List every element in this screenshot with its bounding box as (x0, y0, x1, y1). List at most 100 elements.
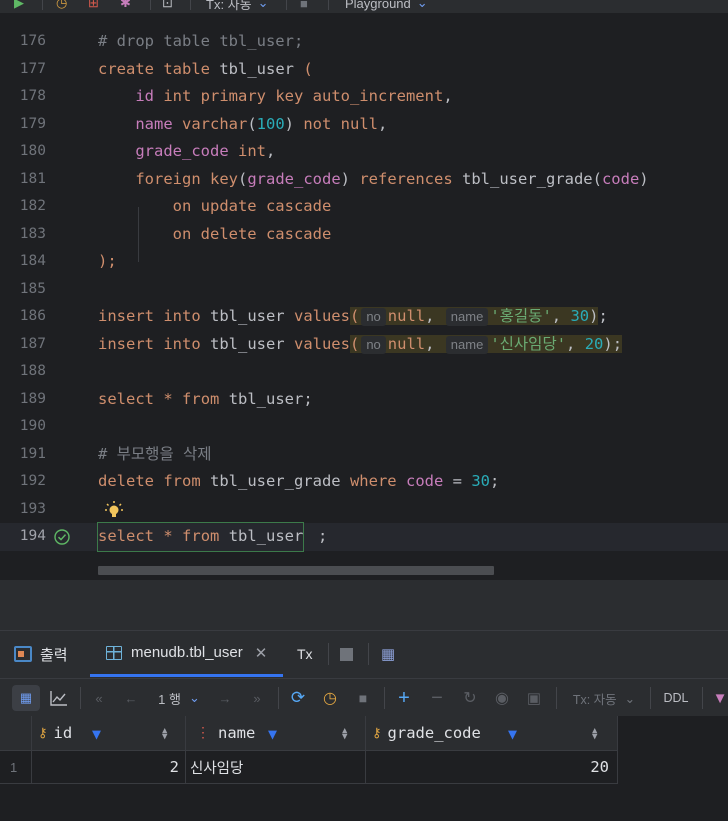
save-icon[interactable]: ▣ (522, 685, 546, 711)
code-line[interactable]: 192 delete from tbl_user_grade where cod… (0, 468, 728, 496)
history-icon[interactable]: ◷ (56, 0, 67, 12)
column-name: name (218, 724, 256, 742)
lightbulb-icon[interactable] (104, 500, 124, 520)
sort-icon[interactable]: ▲ ▼ (162, 727, 167, 742)
code-line[interactable]: 185 (0, 276, 728, 304)
code-line[interactable]: 180 grade_code int, (0, 138, 728, 166)
gear-icon[interactable]: ✱ (120, 0, 131, 12)
next-page-icon[interactable]: → (214, 685, 236, 711)
code-line[interactable]: 177 create table tbl_user ( (0, 56, 728, 84)
code-line[interactable]: 179 name varchar(100) not null, (0, 111, 728, 139)
add-row-icon[interactable]: + (392, 685, 416, 711)
line-number: 190 (19, 418, 46, 434)
playground-dropdown[interactable]: Playground ⌄ (345, 0, 428, 12)
code-line[interactable]: 184 ); (0, 248, 728, 276)
code-line[interactable]: 191 # 부모행을 삭제 (0, 441, 728, 469)
check-circle-icon (54, 529, 70, 545)
schema-icon[interactable]: ⊡ (162, 0, 173, 12)
layout-icon[interactable]: ▦ (381, 631, 395, 677)
tx-mode-dropdown[interactable]: Tx: 자동 ⌄ (566, 685, 642, 711)
horizontal-scrollbar[interactable] (98, 566, 494, 575)
tab-table[interactable]: menudb.tbl_user ✕ (90, 631, 284, 677)
stop-icon[interactable]: ■ (352, 685, 374, 711)
tx-mode-dropdown[interactable]: Tx: 자동 ⌄ (206, 0, 269, 12)
row-number[interactable]: 1 (0, 751, 32, 784)
divider (556, 687, 557, 709)
filter-icon[interactable]: ▼ (92, 725, 101, 743)
inlay-hint-no: no (361, 308, 386, 326)
table-cell[interactable]: 20 (366, 751, 618, 784)
sort-icon[interactable]: ▲ ▼ (592, 727, 597, 742)
line-number: 189 (19, 390, 46, 407)
prev-page-icon[interactable]: ← (120, 685, 142, 711)
code-line[interactable]: 193 (0, 496, 728, 524)
format-icon[interactable]: ⊞ (88, 0, 99, 12)
panel-gap (0, 578, 728, 630)
code-line[interactable]: 183 on delete cascade (0, 221, 728, 249)
result-tabs: 출력 menudb.tbl_user ✕ Tx ▦ (0, 630, 728, 678)
line-number: 180 (19, 143, 46, 159)
last-page-icon[interactable]: » (246, 685, 268, 711)
divider (286, 0, 287, 10)
code-line[interactable]: 181 foreign key(grade_code) references t… (0, 166, 728, 194)
ddl-label: DDL (663, 691, 689, 705)
refresh-icon[interactable]: ⟳ (286, 685, 310, 711)
tx-mode-label: Tx: 자동 (206, 0, 252, 12)
result-toolbar: ▦ « ← 1 행 ⌄ → » ⟳ ◷ ■ + − ↻ ◉ ▣ Tx: 자동 ⌄ D… (0, 678, 728, 716)
output-icon (14, 646, 32, 662)
code-line[interactable]: 189 select * from tbl_user; (0, 386, 728, 414)
tab-output[interactable]: 출력 (14, 631, 68, 677)
line-number: 194 (19, 528, 46, 544)
table-cell[interactable]: 2 (32, 751, 186, 784)
remove-row-icon[interactable]: − (425, 685, 449, 711)
revert-icon[interactable]: ↻ (458, 685, 482, 711)
column-name: id (53, 724, 73, 742)
inlay-hint-name: name (445, 335, 489, 354)
history-icon[interactable]: ◷ (318, 685, 342, 711)
code-line[interactable]: 188 (0, 358, 728, 386)
sql-editor[interactable]: 176 # drop table tbl_user; 177 create ta… (0, 14, 728, 578)
line-number: 187 (19, 335, 46, 352)
close-icon[interactable]: ✕ (255, 644, 268, 662)
divider (42, 0, 43, 10)
filter-icon[interactable]: ▼ (268, 725, 277, 743)
column-icon: ⋮ (196, 725, 210, 741)
code-line[interactable]: 190 (0, 413, 728, 441)
divider (80, 687, 81, 709)
code-line[interactable]: 186 insert into tbl_user values(no null, … (0, 303, 728, 331)
divider (384, 687, 385, 709)
divider (328, 0, 329, 10)
line-number: 191 (19, 445, 46, 462)
tab-tx[interactable]: Tx (297, 631, 313, 677)
stop-icon[interactable] (340, 631, 353, 677)
code-line[interactable]: 178 id int primary key auto_increment, (0, 83, 728, 111)
run-icon[interactable]: ▶ (14, 0, 24, 12)
page-size-dropdown[interactable]: 1 행 ⌄ (152, 685, 206, 711)
code-line[interactable]: 182 on update cascade (0, 193, 728, 221)
filter-icon[interactable]: ▼ (508, 725, 517, 743)
stop-icon[interactable]: ■ (300, 0, 308, 12)
column-header-grade-code[interactable]: ⚷ grade_code ▼ ▲ ▼ (366, 716, 618, 751)
divider (650, 687, 651, 709)
line-number: 185 (19, 280, 46, 297)
column-header-id[interactable]: ⚷ id ▼ ▲ ▼ (32, 716, 186, 751)
chart-view-icon[interactable] (46, 685, 72, 711)
row-number-header (0, 716, 32, 751)
code-line-current[interactable]: 194 select * from tbl_user; (0, 522, 728, 552)
eye-icon[interactable]: ◉ (490, 685, 514, 711)
grid-view-icon[interactable]: ▦ (12, 685, 40, 711)
key-icon: ⚷ (38, 725, 48, 741)
line-number: 182 (19, 198, 46, 214)
tx-mode-label: Tx: 자동 (572, 692, 617, 707)
ddl-button[interactable]: DDL (658, 685, 694, 711)
pin-icon[interactable]: ▼ (712, 685, 728, 711)
sort-icon[interactable]: ▲ ▼ (342, 727, 347, 742)
line-number: 184 (19, 253, 46, 269)
table-icon (106, 645, 122, 660)
line-number: 176 (19, 33, 46, 49)
first-page-icon[interactable]: « (88, 685, 110, 711)
code-line[interactable]: 187 insert into tbl_user values(no null, … (0, 331, 728, 359)
code-line[interactable]: 176 # drop table tbl_user; (0, 28, 728, 56)
table-cell[interactable]: 신사임당 (186, 751, 366, 784)
column-header-name[interactable]: ⋮ name ▼ ▲ ▼ (186, 716, 366, 751)
